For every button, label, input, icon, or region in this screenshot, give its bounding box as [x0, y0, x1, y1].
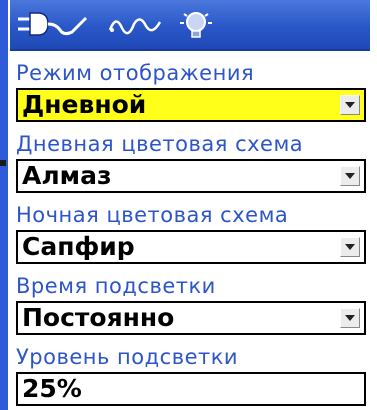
night-color-scheme-select[interactable]: Сапфир — [16, 230, 366, 264]
night-color-scheme-value: Сапфир — [22, 232, 135, 261]
display-mode-value: Дневной — [22, 90, 147, 119]
backlight-timeout-label: Время подсветки — [16, 274, 216, 298]
device-screen: Режим отображения Дневной Дневная цветов… — [0, 0, 377, 410]
header-tab-bar — [10, 0, 370, 51]
indicator-dot — [0, 160, 6, 166]
day-color-scheme-label: Дневная цветовая схема — [16, 132, 304, 156]
day-color-scheme-value: Алмаз — [22, 161, 112, 190]
day-color-scheme-select[interactable]: Алмаз — [16, 159, 366, 193]
lightbulb-icon[interactable] — [176, 8, 216, 44]
display-mode-select[interactable]: Дневной — [16, 88, 366, 122]
chevron-down-icon[interactable] — [340, 95, 360, 115]
backlight-level-value: 25% — [22, 374, 82, 403]
backlight-timeout-value: Постоянно — [22, 303, 175, 332]
chevron-down-icon[interactable] — [340, 166, 360, 186]
signal-wave-icon[interactable] — [106, 8, 166, 42]
backlight-level-field[interactable]: 25% — [16, 372, 366, 406]
display-mode-label: Режим отображения — [16, 61, 255, 85]
settings-panel: Режим отображения Дневной Дневная цветов… — [10, 51, 372, 410]
backlight-level-label: Уровень подсветки — [16, 345, 239, 369]
left-accent-bar — [0, 0, 8, 410]
night-color-scheme-label: Ночная цветовая схема — [16, 203, 289, 227]
backlight-timeout-select[interactable]: Постоянно — [16, 301, 366, 335]
backlight-plug-icon[interactable] — [16, 8, 98, 42]
chevron-down-icon[interactable] — [340, 308, 360, 328]
chevron-down-icon[interactable] — [340, 237, 360, 257]
